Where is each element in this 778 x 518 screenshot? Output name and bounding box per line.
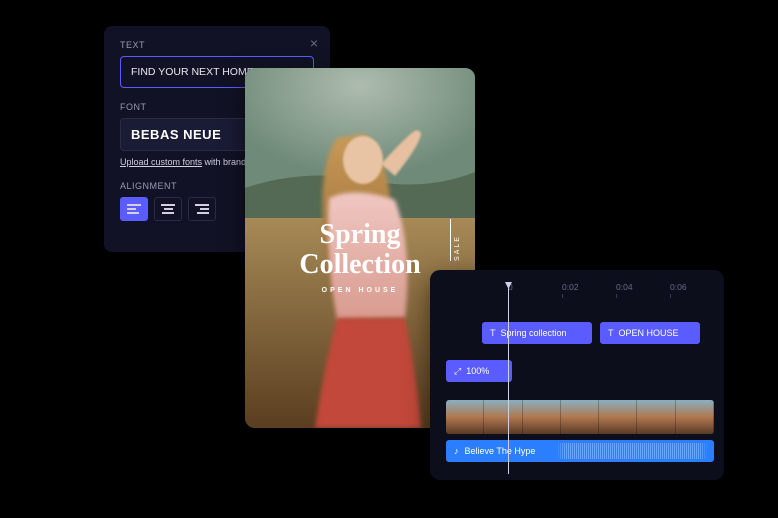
video-thumb	[484, 400, 522, 434]
preview-title-line1: Spring	[299, 220, 420, 249]
align-center-button[interactable]	[154, 197, 182, 221]
preview-side-text: SALE	[454, 235, 461, 261]
clip-label: 100%	[466, 366, 489, 376]
scale-icon: ⤢	[454, 366, 461, 377]
text-icon: T	[490, 328, 496, 338]
preview-subtitle: OPEN HOUSE	[299, 287, 420, 294]
video-track[interactable]	[446, 400, 714, 434]
ruler-tick: 0:02	[562, 282, 616, 300]
upload-fonts-link[interactable]: Upload custom fonts	[120, 157, 202, 167]
audio-clip[interactable]: ♪ Believe The Hype	[446, 440, 714, 462]
video-thumb	[523, 400, 561, 434]
playhead[interactable]	[508, 286, 509, 474]
align-left-button[interactable]	[120, 197, 148, 221]
timeline-tracks: T Spring collection T OPEN HOUSE ⤢ 100% …	[430, 304, 724, 474]
clip-label: OPEN HOUSE	[619, 328, 679, 338]
close-icon[interactable]: ×	[310, 36, 318, 50]
ruler-tick: 0:04	[616, 282, 670, 300]
video-thumb	[599, 400, 637, 434]
align-right-button[interactable]	[188, 197, 216, 221]
audio-label: Believe The Hype	[465, 446, 536, 456]
video-thumb	[676, 400, 714, 434]
video-thumb	[446, 400, 484, 434]
text-clip-spring[interactable]: T Spring collection	[482, 322, 592, 344]
preview-divider	[450, 219, 451, 261]
text-section-label: TEXT	[120, 40, 314, 50]
waveform	[556, 443, 708, 459]
font-name: BEBAS NEUE	[131, 127, 221, 142]
video-thumb	[561, 400, 599, 434]
music-note-icon: ♪	[454, 446, 459, 456]
preview-text-overlay[interactable]: Spring Collection OPEN HOUSE	[299, 220, 420, 294]
ruler-tick: 0	[508, 282, 562, 300]
preview-title-line2: Collection	[299, 250, 420, 279]
scale-clip[interactable]: ⤢ 100%	[446, 360, 512, 382]
video-thumb	[637, 400, 675, 434]
timeline-panel: 0 0:02 0:04 0:06 T Spring collection T O…	[430, 270, 724, 480]
text-icon: T	[608, 328, 614, 338]
clip-label: Spring collection	[501, 328, 567, 338]
text-clip-openhouse[interactable]: T OPEN HOUSE	[600, 322, 700, 344]
ruler-tick: 0:06	[670, 282, 724, 300]
timeline-ruler[interactable]: 0 0:02 0:04 0:06	[508, 282, 724, 300]
